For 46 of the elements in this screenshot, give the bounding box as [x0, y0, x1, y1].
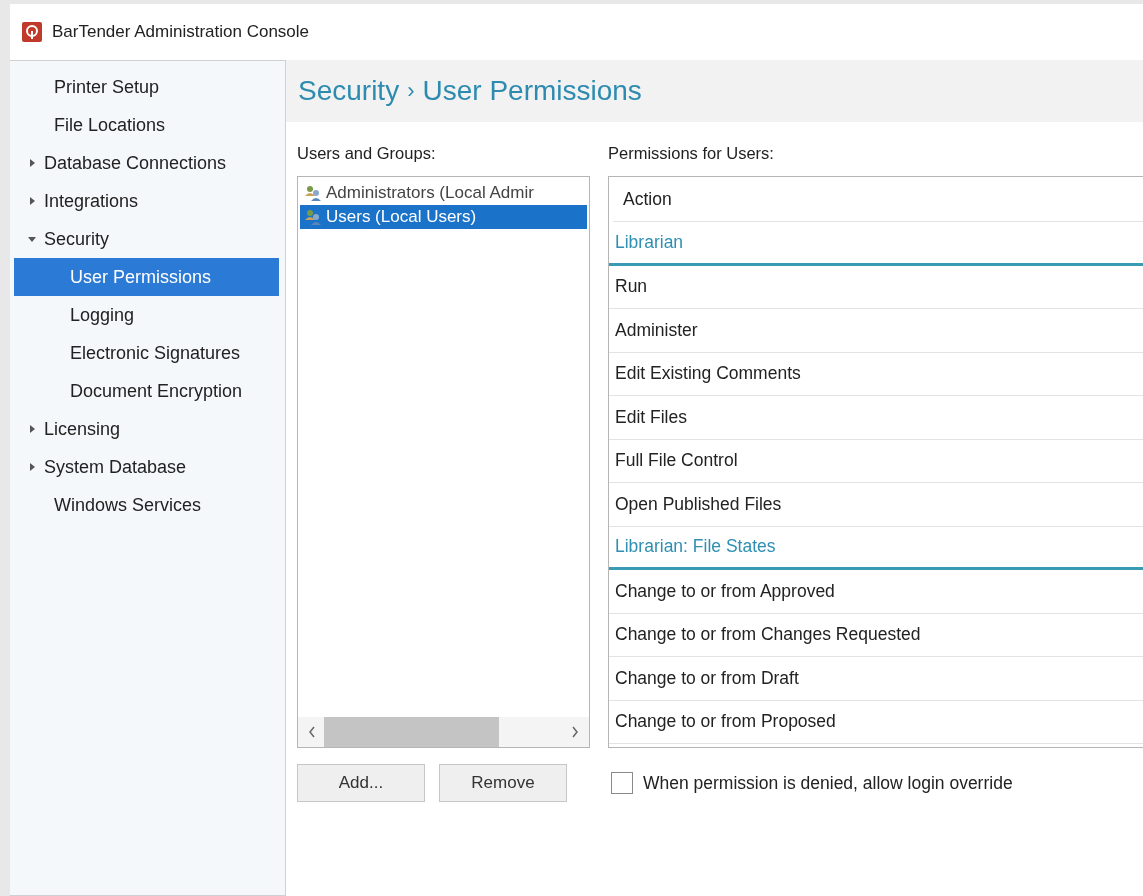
sidebar-item[interactable]: System Database	[14, 448, 279, 486]
sidebar-item[interactable]: Licensing	[14, 410, 279, 448]
scroll-left-icon[interactable]	[308, 726, 316, 738]
user-group-item[interactable]: Administrators (Local Admir	[300, 181, 587, 205]
expand-caret-icon[interactable]	[28, 159, 36, 167]
expand-caret-icon[interactable]	[28, 197, 36, 205]
table-cell: Open Published Files	[609, 483, 1143, 527]
sidebar-item[interactable]: Document Encryption	[14, 372, 279, 410]
group-header: Librarian: File States	[609, 526, 1143, 570]
sidebar-item[interactable]: Database Connections	[14, 144, 279, 182]
sidebar-item[interactable]: User Permissions	[14, 258, 279, 296]
action-button[interactable]: Add...	[297, 764, 425, 802]
sidebar-item[interactable]: Windows Services	[14, 486, 279, 524]
collapse-caret-icon[interactable]	[28, 235, 36, 243]
table-cell: Administer	[609, 309, 1143, 353]
window-title: BarTender Administration Console	[52, 22, 310, 42]
scroll-right-icon[interactable]	[571, 726, 579, 738]
action-button[interactable]: Remove	[439, 764, 567, 802]
sidebar-item[interactable]: File Locations	[14, 106, 279, 144]
table-cell: Run	[609, 265, 1143, 309]
page-title: User Permissions	[422, 75, 642, 107]
table-cell: Edit Files	[609, 396, 1143, 440]
user-group-icon	[304, 184, 322, 202]
sidebar-item[interactable]: Security	[14, 220, 279, 258]
table-cell: Full File Control	[609, 439, 1143, 483]
table-cell: Change to or from Draft	[609, 657, 1143, 701]
breadcrumb-separator: ›	[407, 78, 415, 104]
sidebar-item[interactable]: Integrations	[14, 182, 279, 220]
sidebar-item[interactable]: Electronic Signatures	[14, 334, 279, 372]
app-logo-icon	[22, 22, 42, 42]
horizontal-scrollbar[interactable]	[298, 717, 589, 747]
permissions-label: Permissions for Users:	[608, 144, 775, 164]
expand-caret-icon[interactable]	[28, 463, 36, 471]
user-group-item[interactable]: Users (Local Users)	[300, 205, 587, 229]
users-label: Users and Groups:	[297, 144, 437, 164]
override-label: When permission is denied, allow login override	[643, 772, 1013, 794]
user-group-icon	[304, 208, 322, 226]
group-header: Librarian	[609, 222, 1143, 266]
override-checkbox[interactable]	[611, 772, 633, 794]
table-cell: Edit Existing Comments	[609, 352, 1143, 396]
table-cell: Change to or from Approved	[609, 570, 1143, 614]
sidebar-item[interactable]: Printer Setup	[14, 68, 279, 106]
sidebar-item[interactable]: Logging	[14, 296, 279, 334]
expand-caret-icon[interactable]	[28, 425, 36, 433]
table-cell: Change to or from Proposed	[609, 700, 1143, 744]
table-cell: Change to or from Changes Requested	[609, 613, 1143, 657]
